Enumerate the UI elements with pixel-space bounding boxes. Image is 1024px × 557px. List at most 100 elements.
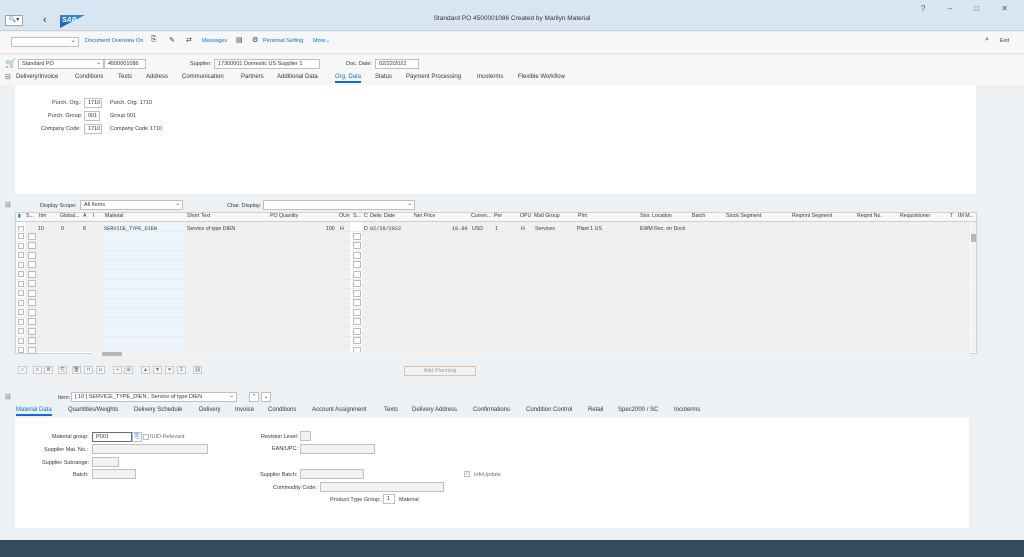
row-select-checkbox[interactable]	[18, 328, 24, 334]
col-matl-group[interactable]: Matl Group	[534, 213, 560, 219]
tab-incoterms[interactable]: Incoterms	[477, 74, 503, 80]
tab-communication[interactable]: Communication	[182, 74, 224, 80]
row-status-cell[interactable]	[28, 308, 36, 316]
row-status-cell[interactable]	[28, 251, 36, 259]
window-controls[interactable]: ? – □ ✕	[921, 4, 1018, 13]
print-icon[interactable]: ▤	[236, 36, 243, 44]
col-po-quantity[interactable]: PO Quantity	[270, 213, 298, 219]
row-status-cell[interactable]	[353, 327, 361, 335]
col-stock-segment[interactable]: Stock Segment	[726, 213, 761, 219]
item-select[interactable]: [ 10 ] SERVICE_TYPE_DIEN , Service of ty…	[71, 392, 237, 402]
row-status-cell[interactable]	[28, 289, 36, 297]
supplier-mat-field[interactable]	[92, 444, 208, 454]
row-select-checkbox[interactable]	[18, 280, 24, 287]
commodity-code-field[interactable]	[320, 482, 444, 492]
col-c[interactable]: C	[364, 213, 368, 219]
row-select-checkbox[interactable]	[18, 290, 24, 296]
tab-additional-data[interactable]: Additional Data	[277, 74, 318, 80]
collapse-items-icon[interactable]: ⊟	[5, 201, 11, 209]
add-icon[interactable]: +	[113, 366, 122, 374]
prev-item-button[interactable]: ⌃	[249, 392, 259, 402]
collapse-header-icon[interactable]: ⊟	[5, 73, 11, 81]
col-opu[interactable]: OPU	[520, 213, 531, 219]
ean-upc-field[interactable]	[300, 444, 375, 454]
more-menu[interactable]: More⌄	[313, 38, 330, 44]
row-select-checkbox[interactable]	[18, 242, 24, 249]
batch-field[interactable]	[92, 469, 136, 479]
col-batch[interactable]: Batch	[692, 213, 705, 219]
row-status-cell[interactable]	[353, 251, 361, 259]
col-short-text[interactable]: Short Text	[187, 213, 210, 219]
material-group-field[interactable]: P001	[92, 432, 132, 442]
row-select-checkbox[interactable]	[18, 318, 24, 325]
col-per[interactable]: Per	[494, 213, 502, 219]
tab-delivery-schedule[interactable]: Delivery Schedule	[134, 407, 182, 413]
col-currency[interactable]: Curren...	[471, 213, 491, 219]
row-status-cell[interactable]	[353, 318, 361, 325]
doc-type-select[interactable]: Standard PO ⌄	[18, 59, 104, 69]
col-i[interactable]: I	[93, 213, 94, 219]
row-status-cell[interactable]	[28, 280, 36, 287]
command-field[interactable]	[11, 36, 79, 47]
row-status-cell[interactable]	[28, 318, 36, 325]
select-all-icon[interactable]: ▮	[18, 213, 21, 219]
lock-icon[interactable]: ⊓	[84, 366, 93, 374]
col-stor-location[interactable]: Stor. Location	[640, 213, 672, 219]
tab-retail[interactable]: Retail	[588, 407, 603, 413]
row-status-cell[interactable]	[353, 232, 361, 240]
row-status-cell[interactable]	[28, 270, 36, 278]
row-status-cell[interactable]	[353, 242, 361, 249]
tab-flexible-workflow[interactable]: Flexible Workflow	[518, 74, 565, 80]
row-select-checkbox[interactable]	[18, 233, 24, 239]
tab-address[interactable]: Address	[146, 74, 168, 80]
row-status-cell[interactable]	[353, 308, 361, 316]
col-itm[interactable]: Itm	[39, 213, 46, 219]
col-plnt[interactable]: Plnt	[578, 213, 587, 219]
next-item-button[interactable]: ⌄	[261, 392, 271, 402]
col-net-price[interactable]: Net Price	[414, 213, 435, 219]
row-status-cell[interactable]	[353, 270, 361, 278]
link-icon[interactable]: ⛓	[193, 366, 202, 374]
copy-icon[interactable]: ⎘	[151, 36, 157, 44]
tab-spec2000[interactable]: Spec2000 / SC	[618, 407, 658, 413]
change-icon[interactable]: ✎	[169, 36, 175, 44]
tab-quantities-weights[interactable]: Quantities/Weights	[68, 407, 118, 413]
menu-button[interactable]: 🔍▾	[5, 15, 23, 26]
purch-org-field[interactable]: 1710	[84, 98, 102, 108]
row-status-cell[interactable]	[353, 280, 361, 287]
row-status-cell[interactable]	[28, 299, 36, 306]
other-po-icon[interactable]: ⇄	[186, 36, 192, 44]
settings-icon[interactable]: ⚙	[252, 36, 258, 44]
tab-condition-control[interactable]: Condition Control	[526, 407, 572, 413]
infoupdate-checkbox[interactable]: ✓	[464, 471, 470, 477]
row-select-checkbox[interactable]	[18, 252, 24, 258]
company-code-field[interactable]: 1710	[84, 124, 102, 134]
tab-conditions[interactable]: Conditions	[75, 74, 103, 80]
col-global[interactable]: Global...	[60, 213, 79, 219]
insert-icon[interactable]: ⊞	[124, 366, 133, 374]
document-overview-button[interactable]: Document Overview On	[85, 38, 143, 44]
row-select-checkbox[interactable]	[18, 309, 24, 315]
po-number-field[interactable]: 4500001086	[104, 59, 146, 69]
row-select-checkbox[interactable]	[18, 337, 24, 344]
row-status-cell[interactable]	[353, 261, 361, 268]
tab-texts[interactable]: Texts	[118, 74, 132, 80]
table-vertical-scrollbar[interactable]	[971, 222, 976, 352]
tab-delivery-address[interactable]: Delivery Address	[412, 407, 457, 413]
row-status-cell[interactable]	[28, 346, 36, 354]
deselect-icon[interactable]: ≣	[44, 366, 53, 374]
row-status-cell[interactable]	[28, 261, 36, 268]
tab-status[interactable]: Status	[375, 74, 392, 80]
row-select-checkbox[interactable]	[18, 347, 24, 353]
row-select-checkbox[interactable]	[18, 271, 24, 277]
tab-item-texts[interactable]: Texts	[384, 407, 398, 413]
supplier-batch-field[interactable]	[300, 469, 364, 479]
messages-button[interactable]: Messages	[202, 38, 227, 44]
filter-icon[interactable]: ⏷	[165, 366, 174, 374]
tab-delivery-invoice[interactable]: Delivery/Invoice	[16, 74, 58, 80]
row-select-checkbox[interactable]	[18, 299, 24, 306]
tab-material-data[interactable]: Material Data	[16, 407, 52, 416]
tab-item-conditions[interactable]: Conditions	[268, 407, 296, 413]
tab-delivery[interactable]: Delivery	[199, 407, 221, 413]
unlock-icon[interactable]: ⊔	[96, 366, 105, 374]
